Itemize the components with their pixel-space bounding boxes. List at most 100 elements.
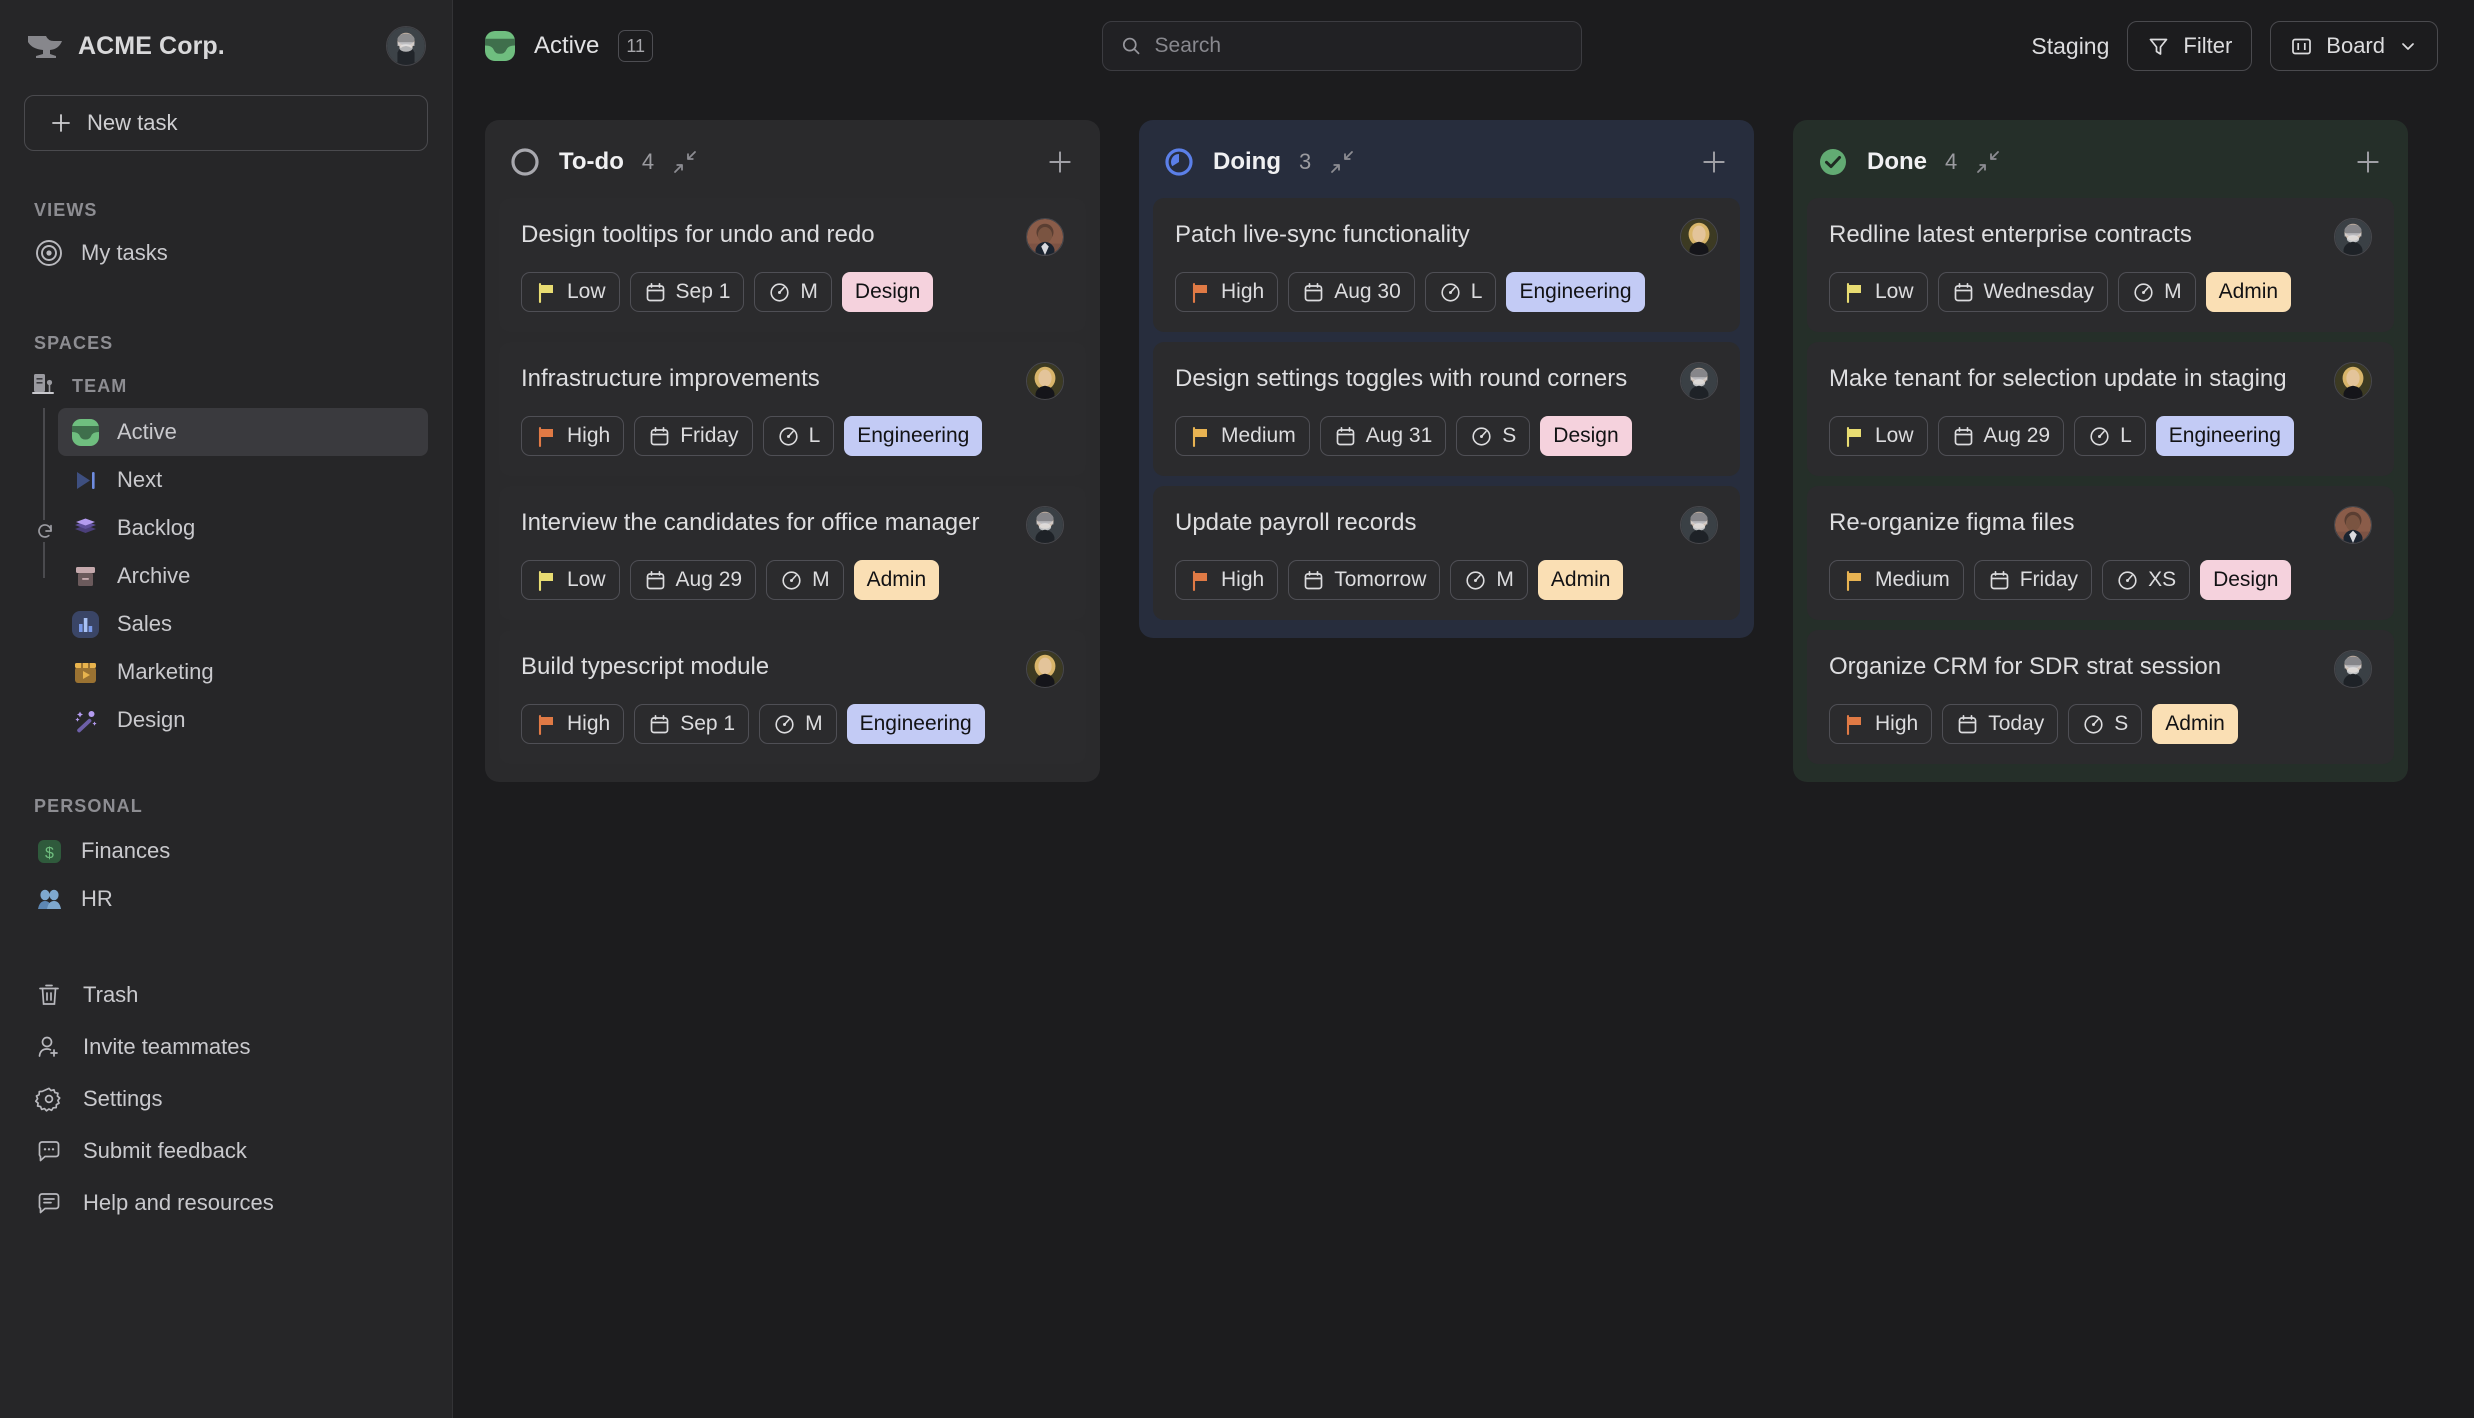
size-chip[interactable]: L (1425, 272, 1497, 312)
team-group-header[interactable]: TEAM (24, 364, 428, 408)
task-card[interactable]: Organize CRM for SDR strat session (1807, 630, 2394, 764)
sidebar-item-settings[interactable]: Settings (24, 1073, 428, 1125)
date-chip[interactable]: Sep 1 (630, 272, 745, 312)
priority-chip[interactable]: Low (1829, 416, 1928, 456)
priority-chip[interactable]: High (521, 704, 624, 744)
date-chip[interactable]: Friday (634, 416, 752, 456)
date-chip[interactable]: Tomorrow (1288, 560, 1440, 600)
sidebar-item-next[interactable]: Next (58, 456, 428, 504)
collapse-icon[interactable] (672, 149, 698, 175)
sidebar-item-archive[interactable]: Archive (58, 552, 428, 600)
card-chips: High Aug 30 L Engineering (1175, 272, 1718, 312)
avatar[interactable] (1026, 650, 1064, 688)
priority-chip[interactable]: High (1175, 272, 1278, 312)
avatar[interactable] (2334, 506, 2372, 544)
priority-chip[interactable]: Low (1829, 272, 1928, 312)
current-view-chip[interactable]: Active 11 (485, 30, 653, 62)
task-card[interactable]: Update payroll records (1153, 486, 1740, 620)
task-card[interactable]: Make tenant for selection update in stag… (1807, 342, 2394, 476)
priority-chip[interactable]: Medium (1175, 416, 1310, 456)
sidebar-item-design[interactable]: Design (58, 696, 428, 744)
tag-chip[interactable]: Design (842, 272, 933, 312)
date-chip[interactable]: Aug 29 (1938, 416, 2065, 456)
date-chip[interactable]: Today (1942, 704, 2058, 744)
size-chip[interactable]: S (2068, 704, 2142, 744)
collapse-icon[interactable] (1975, 149, 2001, 175)
avatar[interactable] (1680, 218, 1718, 256)
plus-icon[interactable] (1700, 148, 1728, 176)
avatar[interactable] (1026, 506, 1064, 544)
task-card[interactable]: Infrastructure improvements (499, 342, 1086, 476)
avatar[interactable] (1680, 362, 1718, 400)
sidebar-item-trash[interactable]: Trash (24, 969, 428, 1021)
refresh-icon[interactable] (34, 520, 56, 542)
sidebar-item-marketing[interactable]: Marketing (58, 648, 428, 696)
plus-icon[interactable] (1046, 148, 1074, 176)
sidebar-item-hr[interactable]: HR (24, 875, 428, 923)
avatar[interactable] (1026, 218, 1064, 256)
task-card[interactable]: Re-organize figma files (1807, 486, 2394, 620)
size-chip[interactable]: M (766, 560, 844, 600)
tag-chip[interactable]: Design (2200, 560, 2291, 600)
collapse-icon[interactable] (1329, 149, 1355, 175)
tag-chip[interactable]: Admin (854, 560, 940, 600)
tag-chip[interactable]: Admin (2152, 704, 2238, 744)
size-chip[interactable]: M (2118, 272, 2196, 312)
task-card[interactable]: Patch live-sync functionality (1153, 198, 1740, 332)
search-icon (1121, 35, 1141, 57)
tag-chip[interactable]: Engineering (2156, 416, 2294, 456)
priority-chip[interactable]: High (1829, 704, 1932, 744)
priority-chip[interactable]: Low (521, 560, 620, 600)
tag-chip[interactable]: Engineering (847, 704, 985, 744)
sidebar-item-sales[interactable]: Sales (58, 600, 428, 648)
avatar[interactable] (2334, 650, 2372, 688)
board-view-button[interactable]: Board (2270, 21, 2438, 71)
task-card[interactable]: Build typescript module (499, 630, 1086, 764)
avatar[interactable] (386, 26, 426, 66)
size-chip[interactable]: L (763, 416, 835, 456)
tag-chip[interactable]: Design (1540, 416, 1631, 456)
date-chip[interactable]: Aug 29 (630, 560, 757, 600)
size-chip[interactable]: M (754, 272, 832, 312)
priority-chip[interactable]: High (1175, 560, 1278, 600)
date-chip[interactable]: Aug 30 (1288, 272, 1415, 312)
date-chip[interactable]: Friday (1974, 560, 2092, 600)
plus-icon[interactable] (2354, 148, 2382, 176)
priority-chip[interactable]: High (521, 416, 624, 456)
priority-chip[interactable]: Medium (1829, 560, 1964, 600)
avatar[interactable] (2334, 362, 2372, 400)
tag-chip[interactable]: Admin (1538, 560, 1624, 600)
task-card[interactable]: Redline latest enterprise contracts (1807, 198, 2394, 332)
size-chip[interactable]: S (1456, 416, 1530, 456)
calendar-icon (1956, 713, 1979, 736)
size-chip[interactable]: L (2074, 416, 2146, 456)
date-chip[interactable]: Sep 1 (634, 704, 749, 744)
avatar[interactable] (1026, 362, 1064, 400)
avatar[interactable] (2334, 218, 2372, 256)
tag-chip[interactable]: Engineering (844, 416, 982, 456)
search-box[interactable] (1102, 21, 1582, 71)
sidebar-item-submit-feedback[interactable]: Submit feedback (24, 1125, 428, 1177)
priority-chip[interactable]: Low (521, 272, 620, 312)
tag-chip[interactable]: Engineering (1506, 272, 1644, 312)
tag-chip[interactable]: Admin (2206, 272, 2292, 312)
size-chip[interactable]: M (759, 704, 837, 744)
sidebar-item-finances[interactable]: $ Finances (24, 827, 428, 875)
size-chip[interactable]: M (1450, 560, 1528, 600)
search-input[interactable] (1155, 34, 1564, 58)
sidebar-item-invite-teammates[interactable]: Invite teammates (24, 1021, 428, 1073)
flag-icon (1189, 569, 1212, 592)
date-chip[interactable]: Aug 31 (1320, 416, 1447, 456)
sidebar-item-my-tasks[interactable]: My tasks (24, 229, 428, 277)
sidebar-item-backlog[interactable]: Backlog (58, 504, 428, 552)
sidebar-item-active[interactable]: Active (58, 408, 428, 456)
task-card[interactable]: Design tooltips for undo and redo (499, 198, 1086, 332)
filter-button[interactable]: Filter (2127, 21, 2252, 71)
date-chip[interactable]: Wednesday (1938, 272, 2109, 312)
size-chip[interactable]: XS (2102, 560, 2190, 600)
avatar[interactable] (1680, 506, 1718, 544)
sidebar-item-help-and-resources[interactable]: Help and resources (24, 1177, 428, 1229)
task-card[interactable]: Design settings toggles with round corne… (1153, 342, 1740, 476)
task-card[interactable]: Interview the candidates for office mana… (499, 486, 1086, 620)
new-task-button[interactable]: New task (24, 95, 428, 151)
